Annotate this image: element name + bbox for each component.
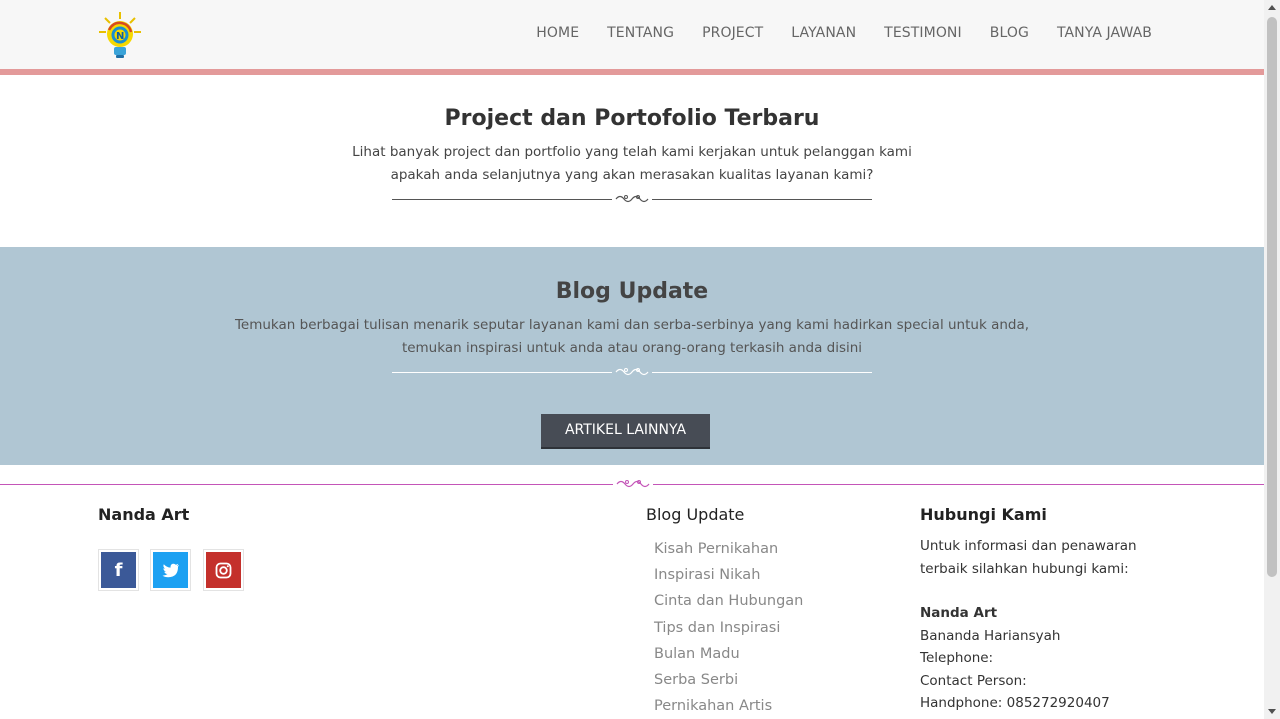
nav-home[interactable]: HOME xyxy=(536,25,579,41)
instagram-icon xyxy=(206,552,241,588)
footer-link-bulan-madu[interactable]: Bulan Madu xyxy=(654,641,803,667)
nav-blog[interactable]: BLOG xyxy=(990,25,1029,41)
facebook-icon: f xyxy=(101,552,136,588)
footer-divider-right xyxy=(653,484,1264,485)
contact-intro-line1: Untuk informasi dan penawaran xyxy=(920,538,1137,554)
instagram-link[interactable] xyxy=(203,549,244,591)
contact-person-name: Bananda Hariansyah xyxy=(920,628,1061,644)
project-ornament-divider xyxy=(392,193,872,205)
facebook-link[interactable]: f xyxy=(98,549,139,591)
artikel-lainnya-button[interactable]: ARTIKEL LAINNYA xyxy=(541,414,710,449)
header-accent-bar xyxy=(0,69,1264,75)
site-header: N HOME TENTANG PROJECT LAYANAN TESTIMONI… xyxy=(0,0,1264,69)
blog-subtitle-line2: temukan inspirasi untuk anda atau orang-… xyxy=(401,340,863,356)
contact-name: Nanda Art xyxy=(920,605,998,621)
footer-divider-left xyxy=(0,484,613,485)
vertical-scrollbar[interactable] xyxy=(1264,0,1280,719)
svg-text:N: N xyxy=(116,31,124,42)
scroll-down-arrow-icon[interactable] xyxy=(1268,709,1276,714)
footer-contact-heading: Hubungi Kami xyxy=(920,505,1047,524)
footer-blog-links: Kisah Pernikahan Inspirasi Nikah Cinta d… xyxy=(654,536,803,719)
blog-subtitle-line1: Temukan berbagai tulisan menarik seputar… xyxy=(234,317,1030,333)
contact-handphone[interactable]: Handphone: 085272920407 xyxy=(920,692,1110,715)
main-nav: HOME TENTANG PROJECT LAYANAN TESTIMONI B… xyxy=(508,25,1152,41)
twitter-icon xyxy=(153,552,188,588)
swirl-ornament-icon xyxy=(615,368,649,376)
swirl-ornament-icon xyxy=(616,480,650,488)
footer-link-cinta-dan-hubungan[interactable]: Cinta dan Hubungan xyxy=(654,588,803,614)
footer-link-serba-serbi[interactable]: Serba Serbi xyxy=(654,667,803,693)
nav-project[interactable]: PROJECT xyxy=(702,25,763,41)
footer-link-inspirasi-nikah[interactable]: Inspirasi Nikah xyxy=(654,562,803,588)
nav-tentang[interactable]: TENTANG xyxy=(607,25,674,41)
project-subtitle-line1: Lihat banyak project dan portfolio yang … xyxy=(352,144,912,160)
nav-tanya-jawab[interactable]: TANYA JAWAB xyxy=(1057,25,1152,41)
swirl-ornament-icon xyxy=(615,195,649,203)
project-title: Project dan Portofolio Terbaru xyxy=(444,106,820,131)
nav-testimoni[interactable]: TESTIMONI xyxy=(884,25,962,41)
footer-blog-heading: Blog Update xyxy=(646,505,745,524)
contact-telephone: Telephone: xyxy=(920,650,994,666)
lightbulb-logo-icon[interactable]: N xyxy=(97,10,143,60)
contact-person-label: Contact Person: xyxy=(920,673,1027,689)
footer-brand: Nanda Art xyxy=(98,505,190,524)
footer-link-pernikahan-artis[interactable]: Pernikahan Artis xyxy=(654,693,803,719)
scroll-thumb[interactable] xyxy=(1267,17,1277,577)
project-subtitle-line2: apakah anda selanjutnya yang akan merasa… xyxy=(390,167,874,183)
footer-link-kisah-pernikahan[interactable]: Kisah Pernikahan xyxy=(654,536,803,562)
footer-link-tips-dan-inspirasi[interactable]: Tips dan Inspirasi xyxy=(654,615,803,641)
twitter-link[interactable] xyxy=(150,549,191,591)
contact-intro-line2: terbaik silahkan hubungi kami: xyxy=(920,561,1129,577)
blog-title: Blog Update xyxy=(555,279,709,304)
scroll-up-arrow-icon[interactable] xyxy=(1268,5,1276,10)
nav-layanan[interactable]: LAYANAN xyxy=(791,25,856,41)
blog-ornament-divider xyxy=(392,366,872,378)
